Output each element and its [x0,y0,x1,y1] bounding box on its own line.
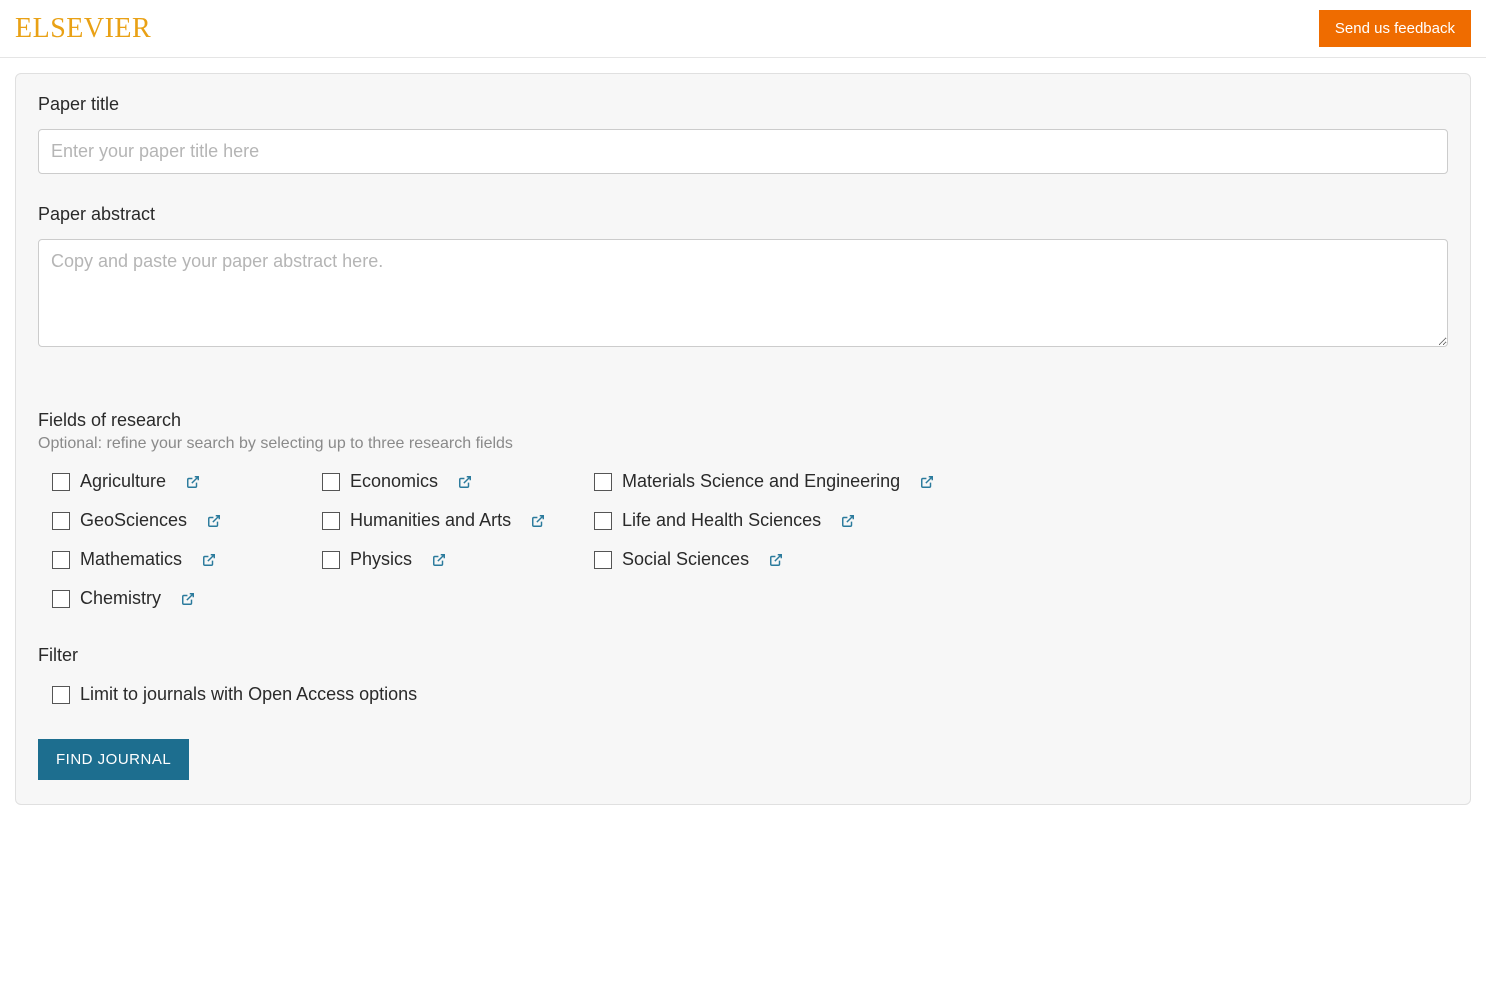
external-link-icon[interactable] [769,553,783,567]
field-item: Agriculture [52,471,322,492]
elsevier-logo: ELSEVIER [15,13,151,45]
field-checkbox[interactable] [594,473,612,491]
field-label[interactable]: Materials Science and Engineering [622,471,900,492]
fields-of-research-section: Fields of research Optional: refine your… [38,410,1448,609]
field-item: Humanities and Arts [322,510,594,531]
external-link-icon[interactable] [207,514,221,528]
external-link-icon[interactable] [181,592,195,606]
paper-abstract-group: Paper abstract [38,204,1448,352]
field-label[interactable]: Social Sciences [622,549,749,570]
external-link-icon[interactable] [841,514,855,528]
filter-section: Filter Limit to journals with Open Acces… [38,645,1448,705]
fields-grid: Agriculture Economics Materials Science an… [38,471,1448,609]
external-link-icon[interactable] [432,553,446,567]
field-label[interactable]: Mathematics [80,549,182,570]
field-checkbox[interactable] [322,473,340,491]
field-item: Chemistry [52,588,322,609]
open-access-checkbox[interactable] [52,686,70,704]
fields-subtitle: Optional: refine your search by selectin… [38,435,1448,453]
form-card: Paper title Paper abstract Fields of res… [15,73,1471,805]
paper-abstract-label: Paper abstract [38,204,1448,225]
field-label[interactable]: Agriculture [80,471,166,492]
field-label[interactable]: GeoSciences [80,510,187,531]
field-label[interactable]: Economics [350,471,438,492]
field-item: Mathematics [52,549,322,570]
field-item: Physics [322,549,594,570]
field-label[interactable]: Life and Health Sciences [622,510,821,531]
field-item: Life and Health Sciences [594,510,1448,531]
external-link-icon[interactable] [458,475,472,489]
paper-abstract-textarea[interactable] [38,239,1448,347]
external-link-icon[interactable] [202,553,216,567]
open-access-label[interactable]: Limit to journals with Open Access optio… [80,684,417,705]
paper-title-group: Paper title [38,94,1448,174]
field-item: GeoSciences [52,510,322,531]
field-label[interactable]: Chemistry [80,588,161,609]
external-link-icon[interactable] [186,475,200,489]
field-item: Economics [322,471,594,492]
paper-title-label: Paper title [38,94,1448,115]
field-checkbox[interactable] [322,512,340,530]
field-checkbox[interactable] [52,551,70,569]
field-label[interactable]: Physics [350,549,412,570]
field-item: Social Sciences [594,549,1448,570]
field-checkbox[interactable] [594,551,612,569]
field-checkbox[interactable] [52,512,70,530]
fields-title: Fields of research [38,410,1448,431]
open-access-filter: Limit to journals with Open Access optio… [38,684,1448,705]
feedback-button[interactable]: Send us feedback [1319,10,1471,47]
field-checkbox[interactable] [52,590,70,608]
paper-title-input[interactable] [38,129,1448,174]
field-label[interactable]: Humanities and Arts [350,510,511,531]
main-container: Paper title Paper abstract Fields of res… [0,58,1486,820]
field-item: Materials Science and Engineering [594,471,1448,492]
find-journal-button[interactable]: FIND JOURNAL [38,739,189,780]
field-checkbox[interactable] [322,551,340,569]
header: ELSEVIER Send us feedback [0,0,1486,58]
external-link-icon[interactable] [920,475,934,489]
field-checkbox[interactable] [52,473,70,491]
filter-title: Filter [38,645,1448,666]
external-link-icon[interactable] [531,514,545,528]
field-checkbox[interactable] [594,512,612,530]
